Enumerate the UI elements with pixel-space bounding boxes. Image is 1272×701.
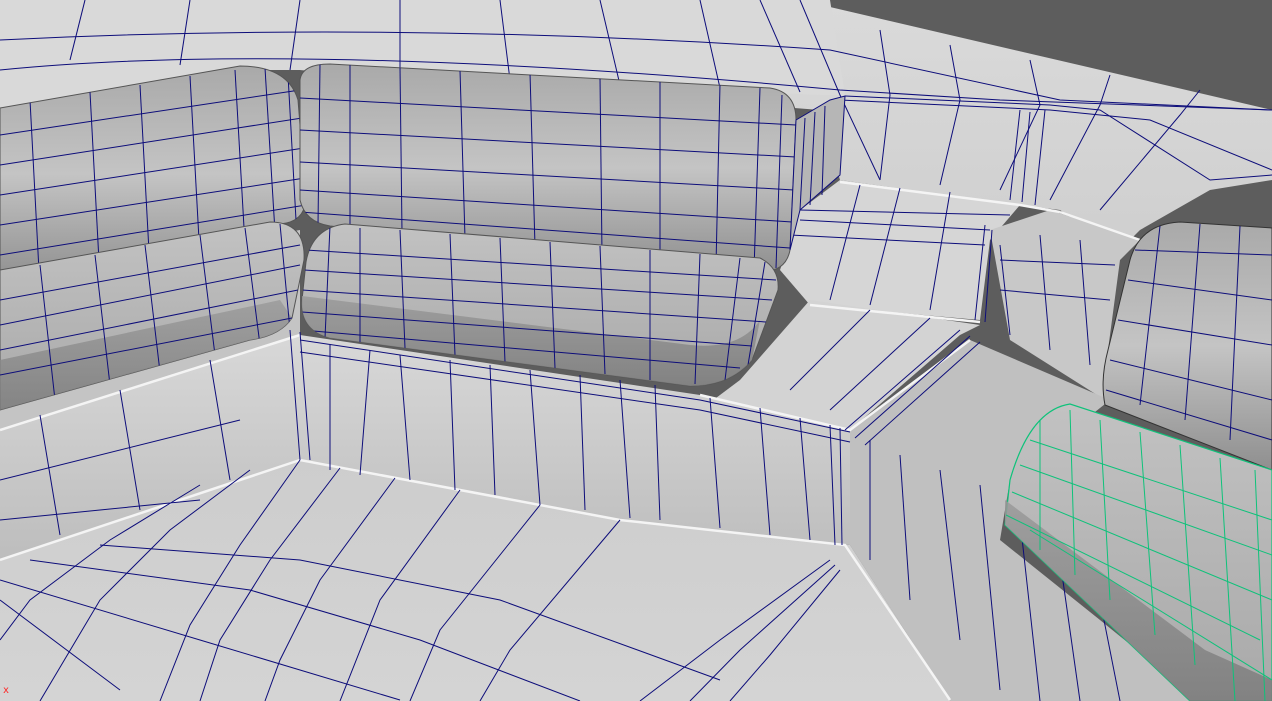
viewport-canvas[interactable]	[0, 0, 1272, 701]
axis-x-indicator: x	[3, 685, 10, 696]
3d-viewport[interactable]: x	[0, 0, 1272, 701]
